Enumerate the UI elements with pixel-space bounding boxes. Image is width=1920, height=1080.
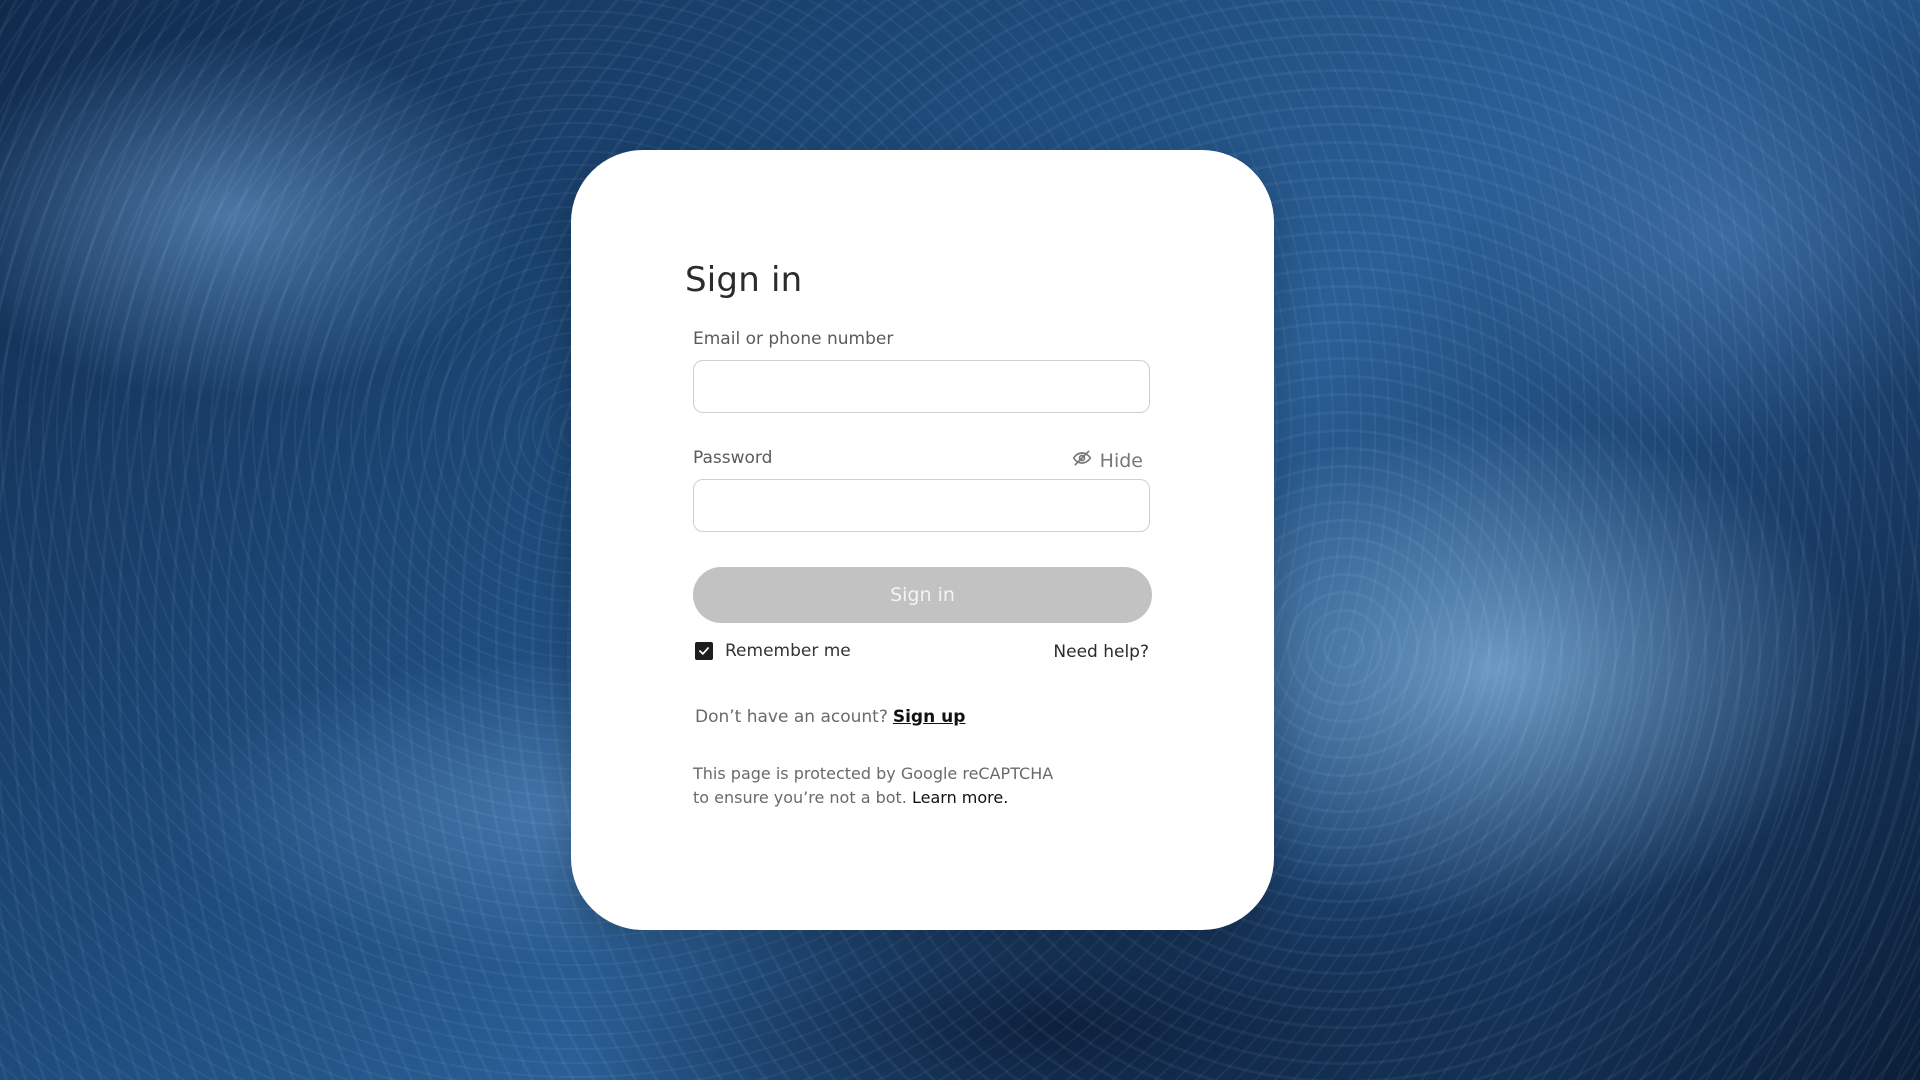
eye-slash-icon bbox=[1072, 448, 1092, 473]
learn-more-link[interactable]: Learn more. bbox=[912, 788, 1008, 807]
page-title: Sign in bbox=[685, 260, 803, 300]
sign-in-card: Sign in Email or phone number Password H… bbox=[571, 150, 1274, 930]
need-help-link[interactable]: Need help? bbox=[1053, 642, 1149, 662]
email-label: Email or phone number bbox=[693, 329, 894, 349]
sign-up-link[interactable]: Sign up bbox=[893, 707, 966, 727]
remember-me-label: Remember me bbox=[725, 641, 851, 661]
recaptcha-notice: This page is protected by Google reCAPTC… bbox=[693, 762, 1073, 810]
signup-prompt: Don’t have an acount? Sign up bbox=[695, 707, 965, 727]
hide-label: Hide bbox=[1099, 449, 1143, 472]
email-field[interactable] bbox=[693, 360, 1150, 413]
sign-in-button[interactable]: Sign in bbox=[693, 567, 1152, 623]
password-label: Password bbox=[693, 448, 773, 468]
recaptcha-line-2: to ensure you’re not a bot. bbox=[693, 788, 907, 807]
checkbox-checked-icon[interactable] bbox=[695, 642, 713, 660]
remember-me-checkbox[interactable]: Remember me bbox=[695, 641, 851, 661]
password-field[interactable] bbox=[693, 479, 1150, 532]
recaptcha-line-1: This page is protected by Google reCAPTC… bbox=[693, 764, 1054, 783]
signup-prompt-text: Don’t have an acount? bbox=[695, 707, 888, 727]
hide-password-toggle[interactable]: Hide bbox=[1072, 448, 1143, 473]
